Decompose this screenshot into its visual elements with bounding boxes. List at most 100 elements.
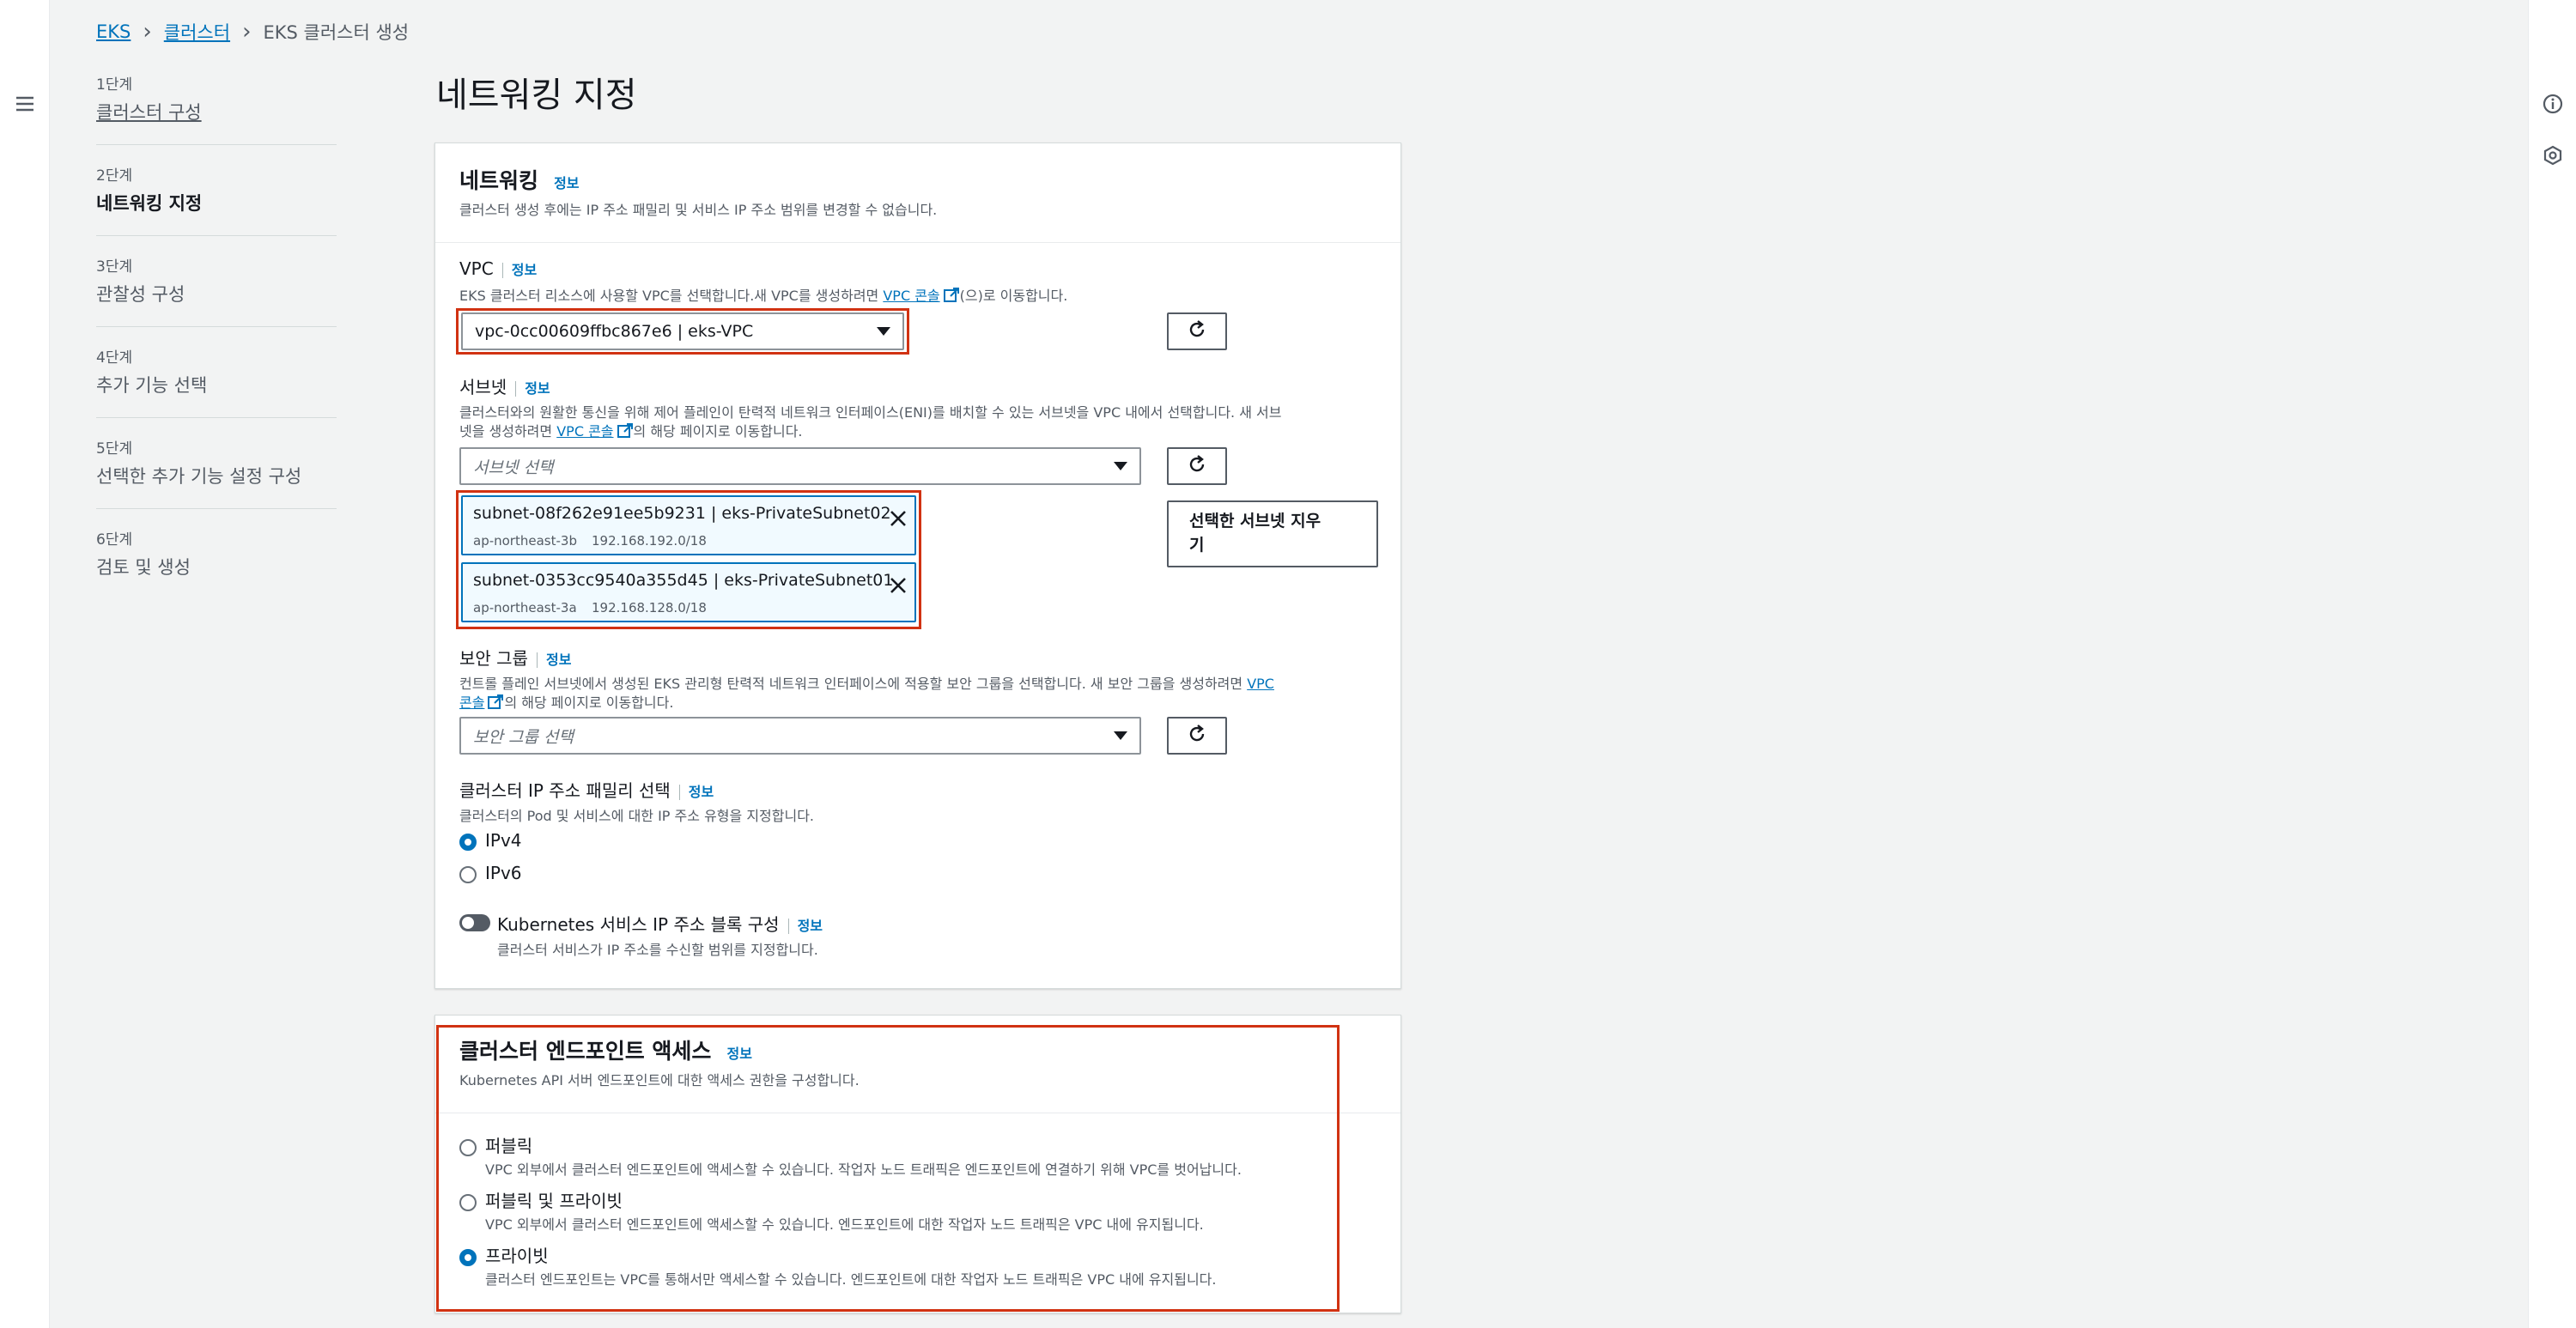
subnet-token-name: subnet-0353cc9540a355d45 | eks-PrivateSu… bbox=[473, 571, 894, 590]
security-group-refresh-button[interactable] bbox=[1167, 717, 1227, 755]
subnet-select[interactable]: 서브넷 선택 bbox=[459, 447, 1141, 485]
vpc-console-link[interactable]: 콘솔 bbox=[459, 694, 484, 711]
step-divider bbox=[96, 508, 337, 509]
vpc-refresh-button[interactable] bbox=[1167, 312, 1227, 350]
vpc-description: EKS 클러스터 리소스에 사용할 VPC를 선택합니다.새 VPC를 생성하려… bbox=[459, 284, 1067, 306]
description-text: 넷을 생성하려면 bbox=[459, 423, 557, 440]
label-divider bbox=[501, 262, 503, 278]
external-link-icon bbox=[943, 288, 960, 306]
step-label: 검토 및 생성 bbox=[96, 557, 191, 578]
left-rail bbox=[0, 0, 50, 1328]
field-label: 보안 그룹 bbox=[459, 648, 528, 669]
vpc-select[interactable]: vpc-0cc00609ffbc867e6 | eks-VPC bbox=[461, 312, 904, 350]
hamburger-icon[interactable] bbox=[14, 93, 36, 115]
breadcrumb-current: EKS 클러스터 생성 bbox=[263, 22, 410, 43]
info-link[interactable]: 정보 bbox=[798, 918, 823, 934]
security-group-select[interactable]: 보안 그룹 선택 bbox=[459, 717, 1141, 755]
step-divider bbox=[96, 326, 337, 327]
k8s-cidr-label-row: Kubernetes 서비스 IP 주소 블록 구성 정보 bbox=[497, 911, 823, 936]
close-icon[interactable] bbox=[889, 509, 908, 532]
security-group-placeholder: 보안 그룹 선택 bbox=[473, 727, 574, 747]
panel-title: 네트워킹 bbox=[459, 168, 539, 193]
info-link[interactable]: 정보 bbox=[689, 784, 714, 800]
label-divider bbox=[787, 918, 789, 934]
step-number: 6단계 bbox=[96, 531, 133, 549]
info-link[interactable]: 정보 bbox=[554, 175, 579, 191]
caret-down-icon bbox=[877, 327, 890, 336]
subnet-refresh-button[interactable] bbox=[1167, 447, 1227, 485]
vpc-console-link[interactable]: VPC bbox=[1247, 676, 1274, 692]
security-group-description-line1: 컨트롤 플레인 서브넷에서 생성된 EKS 관리형 탄력적 네트워크 인터페이스… bbox=[459, 672, 1274, 693]
step-5: 5단계 선택한 추가 기능 설정 구성 bbox=[96, 436, 337, 488]
radio-label-ipv4: IPv4 bbox=[485, 830, 522, 851]
subnet-label-row: 서브넷 정보 bbox=[459, 373, 550, 398]
radio-ipv6[interactable] bbox=[459, 866, 477, 883]
info-link[interactable]: 정보 bbox=[525, 380, 550, 397]
step-label: 선택한 추가 기능 설정 구성 bbox=[96, 466, 302, 487]
radio-label-ipv6: IPv6 bbox=[485, 863, 522, 883]
step-label: 관찰성 구성 bbox=[96, 284, 185, 305]
step-divider bbox=[96, 235, 337, 236]
external-link-icon bbox=[487, 694, 504, 713]
info-link[interactable]: 정보 bbox=[546, 652, 571, 668]
toggle-knob bbox=[462, 917, 474, 929]
info-circle-icon[interactable] bbox=[2542, 93, 2564, 119]
step-label-current: 네트워킹 지정 bbox=[96, 193, 203, 214]
networking-panel: 네트워킹 정보 클러스터 생성 후에는 IP 주소 패밀리 및 서비스 IP 주… bbox=[434, 143, 1401, 989]
page-title: 네트워킹 지정 bbox=[436, 76, 637, 115]
close-icon[interactable] bbox=[889, 576, 908, 599]
breadcrumb: EKS › 클러스터 › EKS 클러스터 생성 bbox=[96, 19, 409, 45]
subnet-token: subnet-08f262e91ee5b9231 | eks-PrivateSu… bbox=[461, 495, 916, 555]
description-text: 컨트롤 플레인 서브넷에서 생성된 EKS 관리형 탄력적 네트워크 인터페이스… bbox=[459, 676, 1248, 692]
clear-subnets-button[interactable]: 선택한 서브넷 지우 기 bbox=[1167, 500, 1378, 567]
chevron-right-icon: › bbox=[143, 19, 152, 45]
subnet-token: subnet-0353cc9540a355d45 | eks-PrivateSu… bbox=[461, 562, 916, 622]
button-label-line1: 선택한 서브넷 지우 bbox=[1189, 512, 1321, 531]
step-4: 4단계 추가 기능 선택 bbox=[96, 345, 337, 397]
vpc-console-link[interactable]: VPC 콘솔 bbox=[556, 423, 613, 440]
vpc-label-row: VPC 정보 bbox=[459, 258, 537, 279]
description-text: 의 해당 페이지로 이동합니다. bbox=[504, 694, 674, 711]
subnet-token-az: ap-northeast-3a bbox=[473, 600, 577, 615]
subnet-token-cidr: 192.168.192.0/18 bbox=[592, 533, 707, 549]
ip-family-description: 클러스터의 Pod 및 서비스에 대한 IP 주소 유형을 지정합니다. bbox=[459, 808, 815, 824]
subnet-token-cidr: 192.168.128.0/18 bbox=[592, 600, 707, 615]
step-divider bbox=[96, 144, 337, 145]
step-number: 1단계 bbox=[96, 76, 133, 94]
label-divider bbox=[515, 380, 517, 397]
vpc-selected-value: vpc-0cc00609ffbc867e6 | eks-VPC bbox=[475, 322, 754, 341]
step-6: 6단계 검토 및 생성 bbox=[96, 527, 337, 579]
step-link-configure-cluster[interactable]: 클러스터 구성 bbox=[96, 99, 337, 124]
step-divider bbox=[96, 417, 337, 418]
security-group-description-line2: 콘솔 의 해당 페이지로 이동합니다. bbox=[459, 691, 673, 713]
breadcrumb-link-eks[interactable]: EKS bbox=[96, 21, 131, 42]
refresh-icon bbox=[1186, 318, 1208, 345]
settings-icon[interactable] bbox=[2542, 144, 2564, 171]
description-text: 의 해당 페이지로 이동합니다. bbox=[633, 423, 803, 440]
panel-header: 네트워킹 정보 클러스터 생성 후에는 IP 주소 패밀리 및 서비스 IP 주… bbox=[435, 143, 1400, 243]
subnet-token-az: ap-northeast-3b bbox=[473, 533, 577, 549]
field-label: 서브넷 bbox=[459, 377, 507, 397]
subnet-token-name: subnet-08f262e91ee5b9231 | eks-PrivateSu… bbox=[473, 504, 891, 523]
description-text: EKS 클러스터 리소스에 사용할 VPC를 선택합니다.새 VPC를 생성하려… bbox=[459, 288, 884, 304]
security-group-label-row: 보안 그룹 정보 bbox=[459, 645, 571, 670]
step-3: 3단계 관찰성 구성 bbox=[96, 254, 337, 306]
subnet-description-line1: 클러스터와의 원활한 통신을 위해 제어 플레인이 탄력적 네트워크 인터페이스… bbox=[459, 404, 1282, 421]
step-number: 5단계 bbox=[96, 440, 133, 458]
breadcrumb-link-clusters[interactable]: 클러스터 bbox=[164, 19, 230, 45]
vpc-console-link[interactable]: VPC 콘솔 bbox=[883, 288, 939, 304]
subnet-placeholder: 서브넷 선택 bbox=[473, 458, 554, 477]
caret-down-icon bbox=[1114, 731, 1127, 740]
step-2: 2단계 네트워킹 지정 bbox=[96, 163, 337, 215]
info-link[interactable]: 정보 bbox=[512, 262, 537, 278]
radio-ipv4[interactable] bbox=[459, 834, 477, 851]
step-1: 1단계 클러스터 구성 bbox=[96, 72, 337, 124]
step-number: 2단계 bbox=[96, 167, 133, 185]
button-label-line2: 기 bbox=[1189, 536, 1205, 555]
label-divider bbox=[678, 784, 680, 800]
step-label: 추가 기능 선택 bbox=[96, 375, 208, 396]
refresh-icon bbox=[1186, 723, 1208, 749]
k8s-service-cidr-toggle[interactable] bbox=[459, 914, 490, 931]
panel-description: 클러스터 생성 후에는 IP 주소 패밀리 및 서비스 IP 주소 범위를 변경… bbox=[459, 202, 938, 218]
step-number: 4단계 bbox=[96, 349, 133, 367]
